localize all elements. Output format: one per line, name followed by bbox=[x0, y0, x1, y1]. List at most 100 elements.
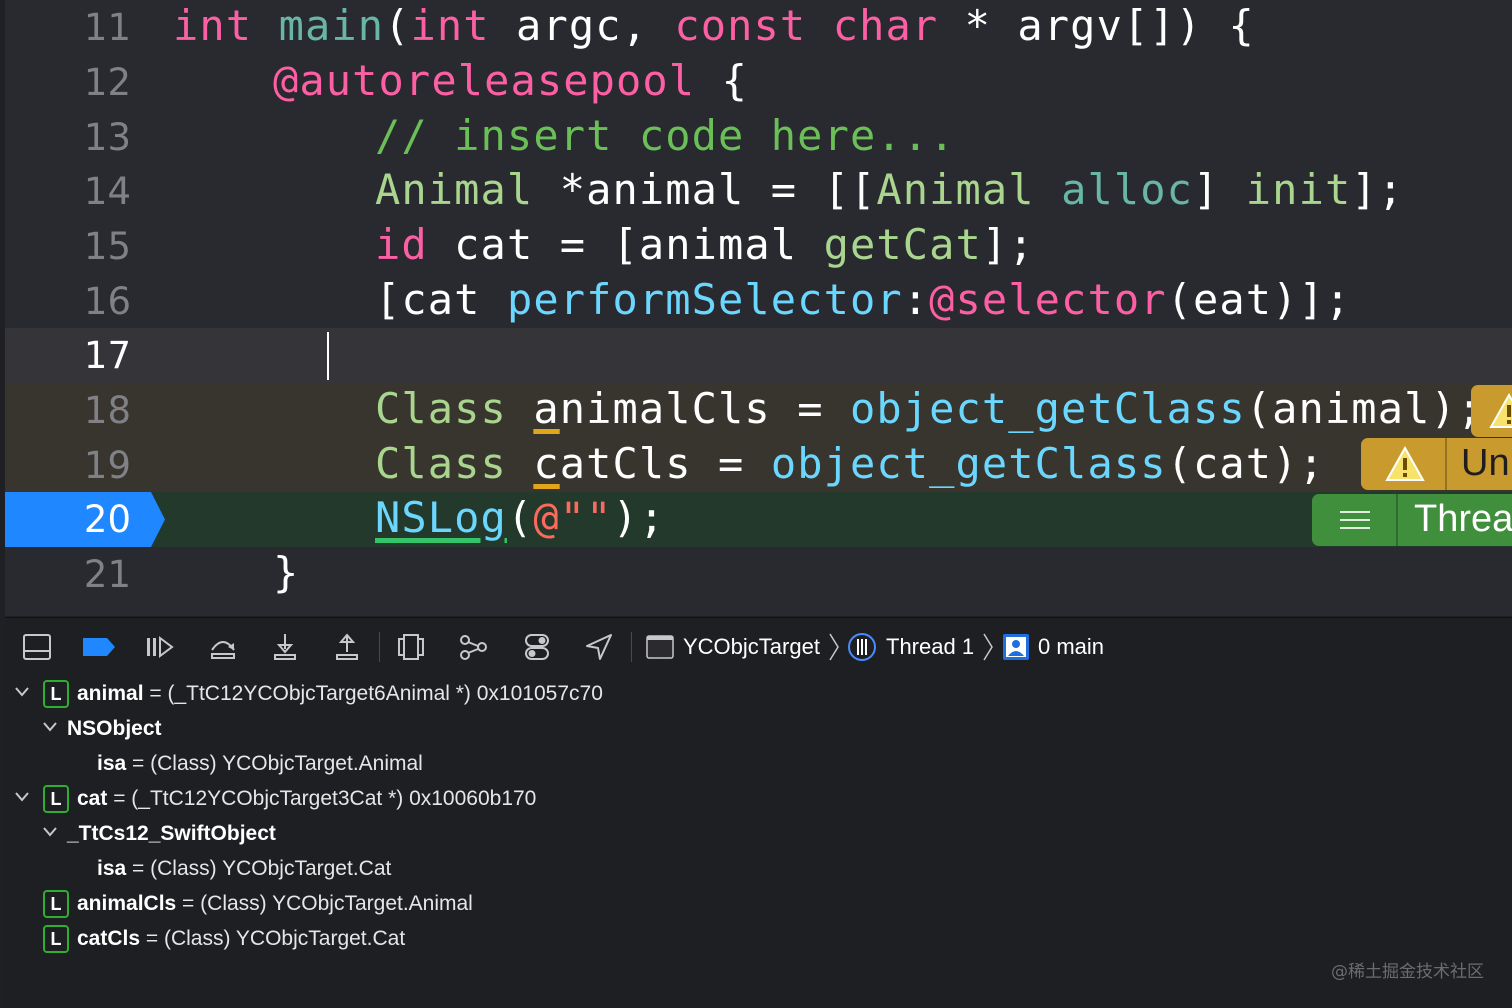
token-type: Animal bbox=[876, 165, 1035, 214]
variable-row[interactable]: _TtCs12_SwiftObject bbox=[5, 816, 1205, 850]
step-out-icon[interactable] bbox=[331, 632, 363, 662]
toolbar-separator bbox=[631, 632, 632, 662]
memory-graph-icon[interactable] bbox=[457, 632, 489, 662]
step-over-icon[interactable] bbox=[207, 632, 239, 662]
warning-triangle-icon bbox=[1385, 445, 1425, 490]
code-text[interactable]: [cat performSelector:@selector(eat)]; bbox=[375, 275, 1351, 324]
variable-equals: = bbox=[126, 752, 151, 775]
local-variable-badge: L bbox=[43, 925, 69, 953]
code-line[interactable]: 21 } bbox=[5, 547, 1512, 602]
local-variable-badge: L bbox=[43, 890, 69, 918]
token-plain: argc, bbox=[489, 1, 675, 50]
code-line-program-counter[interactable]: NSLog(@""); bbox=[5, 492, 1512, 547]
code-line-warning[interactable]: 19 Class catCls = object_getClass(cat); bbox=[5, 438, 1512, 493]
token-plain: nimalCls = bbox=[559, 384, 850, 433]
local-variable-badge: L bbox=[43, 680, 69, 708]
variable-row[interactable]: L animal = (_TtC12YCObjcTarget6Animal *)… bbox=[5, 676, 1205, 710]
code-text[interactable]: int main(int argc, const char * argv[]) … bbox=[173, 1, 1255, 50]
token-plain: ]; bbox=[981, 220, 1035, 269]
variable-text: NSObject bbox=[67, 717, 162, 741]
code-line[interactable]: 14 Animal *animal = [[Animal alloc] init… bbox=[5, 164, 1512, 219]
variable-row[interactable]: L animalCls = (Class) YCObjcTarget.Anima… bbox=[5, 886, 1205, 920]
variable-row[interactable]: L catCls = (Class) YCObjcTarget.Cat bbox=[5, 921, 1205, 955]
variable-value: YCObjcTarget.Cat bbox=[216, 857, 392, 880]
code-line-warning[interactable]: 18 Class animalCls = object_getClass(ani… bbox=[5, 383, 1512, 438]
chevron-down-icon[interactable] bbox=[13, 787, 31, 813]
step-into-icon[interactable] bbox=[269, 632, 301, 662]
token-keyword: @selector bbox=[929, 275, 1167, 324]
chevron-down-icon[interactable] bbox=[13, 682, 31, 708]
token-string: @"" bbox=[533, 493, 613, 542]
token-method: performSelector bbox=[506, 275, 903, 324]
code-text[interactable]: Class animalCls = object_getClass(animal… bbox=[375, 384, 1483, 433]
token-keyword: id bbox=[375, 220, 428, 269]
continue-icon[interactable] bbox=[143, 632, 175, 662]
token-plain: ] bbox=[1193, 165, 1246, 214]
warning-message: Un bbox=[1461, 442, 1510, 484]
code-line-current[interactable]: 17 bbox=[5, 328, 1512, 383]
hamburger-menu-icon[interactable] bbox=[1338, 508, 1372, 546]
token-plain: (eat)]; bbox=[1166, 275, 1352, 324]
terminal-target-icon bbox=[645, 632, 677, 662]
variable-row[interactable]: NSObject bbox=[5, 711, 1205, 745]
warning-badge[interactable]: Un bbox=[1361, 438, 1512, 490]
variable-value: YCObjcTarget.Animal bbox=[266, 892, 473, 915]
token-type: Class bbox=[375, 384, 507, 433]
watermark: @稀土掘金技术社区 bbox=[1331, 962, 1484, 982]
line-number: 14 bbox=[83, 170, 131, 213]
code-comment[interactable]: // insert code here... bbox=[375, 111, 956, 160]
token-plain: ( bbox=[506, 493, 534, 542]
warning-triangle-icon bbox=[1489, 392, 1512, 437]
code-line[interactable]: 11 int main(int argc, const char * argv[… bbox=[5, 0, 1512, 55]
variable-text: animalCls = (Class) YCObjcTarget.Animal bbox=[77, 892, 473, 916]
code-text[interactable]: NSLog(@""); bbox=[375, 493, 665, 542]
variable-row[interactable]: isa = (Class) YCObjcTarget.Cat bbox=[5, 851, 1205, 885]
source-editor[interactable]: 11 int main(int argc, const char * argv[… bbox=[5, 0, 1512, 616]
variable-name: isa bbox=[97, 752, 127, 775]
warning-badge[interactable] bbox=[1471, 385, 1512, 437]
token-function: object_getClass bbox=[770, 439, 1167, 488]
variables-view[interactable]: L animal = (_TtC12YCObjcTarget6Animal *)… bbox=[5, 676, 1512, 1008]
variable-row[interactable]: isa = (Class) YCObjcTarget.Animal bbox=[5, 746, 1205, 780]
token-keyword: int bbox=[173, 1, 253, 50]
code-line[interactable]: 12 @autoreleasepool { bbox=[5, 55, 1512, 110]
breadcrumb-frame[interactable]: 0 main bbox=[1038, 634, 1104, 660]
code-text[interactable]: id cat = [animal getCat]; bbox=[375, 220, 1035, 269]
variable-type: (Class) bbox=[163, 927, 231, 950]
variable-equals: = bbox=[107, 787, 132, 810]
variable-type: (Class) bbox=[200, 892, 267, 915]
code-text[interactable]: @autoreleasepool { bbox=[273, 56, 748, 105]
variable-equals: = bbox=[176, 892, 201, 915]
token-keyword: const bbox=[674, 1, 807, 50]
line-number: 18 bbox=[83, 389, 131, 432]
debug-bar: YCObjcTarget Thread 1 0 main bbox=[5, 617, 1512, 677]
code-text[interactable]: Class catCls = object_getClass(cat); bbox=[375, 439, 1325, 488]
thread-badge[interactable]: Threa bbox=[1312, 494, 1512, 546]
code-text[interactable]: Animal *animal = [[Animal alloc] init]; bbox=[375, 165, 1404, 214]
code-line[interactable]: 15 id cat = [animal getCat]; bbox=[5, 219, 1512, 274]
breadcrumb-target[interactable]: YCObjcTarget bbox=[683, 634, 820, 660]
code-line[interactable]: 16 [cat performSelector:@selector(eat)]; bbox=[5, 274, 1512, 329]
token-plain: *animal = [[ bbox=[533, 165, 877, 214]
token-plain: ( bbox=[384, 1, 411, 50]
breadcrumb-thread[interactable]: Thread 1 bbox=[886, 634, 974, 660]
view-hierarchy-icon[interactable] bbox=[395, 632, 427, 662]
hide-debug-area-icon[interactable] bbox=[21, 632, 53, 662]
chevron-down-icon[interactable] bbox=[41, 822, 59, 848]
code-text[interactable]: } bbox=[273, 548, 299, 597]
stack-frame-user-icon bbox=[1001, 632, 1033, 662]
variable-row[interactable]: L cat = (_TtC12YCObjcTarget3Cat *) 0x100… bbox=[5, 781, 1205, 815]
environment-overrides-icon[interactable] bbox=[521, 632, 553, 662]
variable-text: isa = (Class) YCObjcTarget.Cat bbox=[97, 857, 391, 881]
variable-text: catCls = (Class) YCObjcTarget.Cat bbox=[77, 927, 405, 951]
variable-value: 0x101057c70 bbox=[470, 682, 603, 705]
local-variable-badge: L bbox=[43, 785, 69, 813]
variable-text: animal = (_TtC12YCObjcTarget6Animal *) 0… bbox=[77, 682, 603, 706]
code-line[interactable]: 13 // insert code here... bbox=[5, 110, 1512, 165]
simulate-location-icon[interactable] bbox=[583, 632, 615, 662]
variable-equals: = bbox=[140, 927, 164, 950]
breakpoints-toggle-icon[interactable] bbox=[81, 632, 115, 662]
chevron-down-icon[interactable] bbox=[41, 717, 59, 743]
